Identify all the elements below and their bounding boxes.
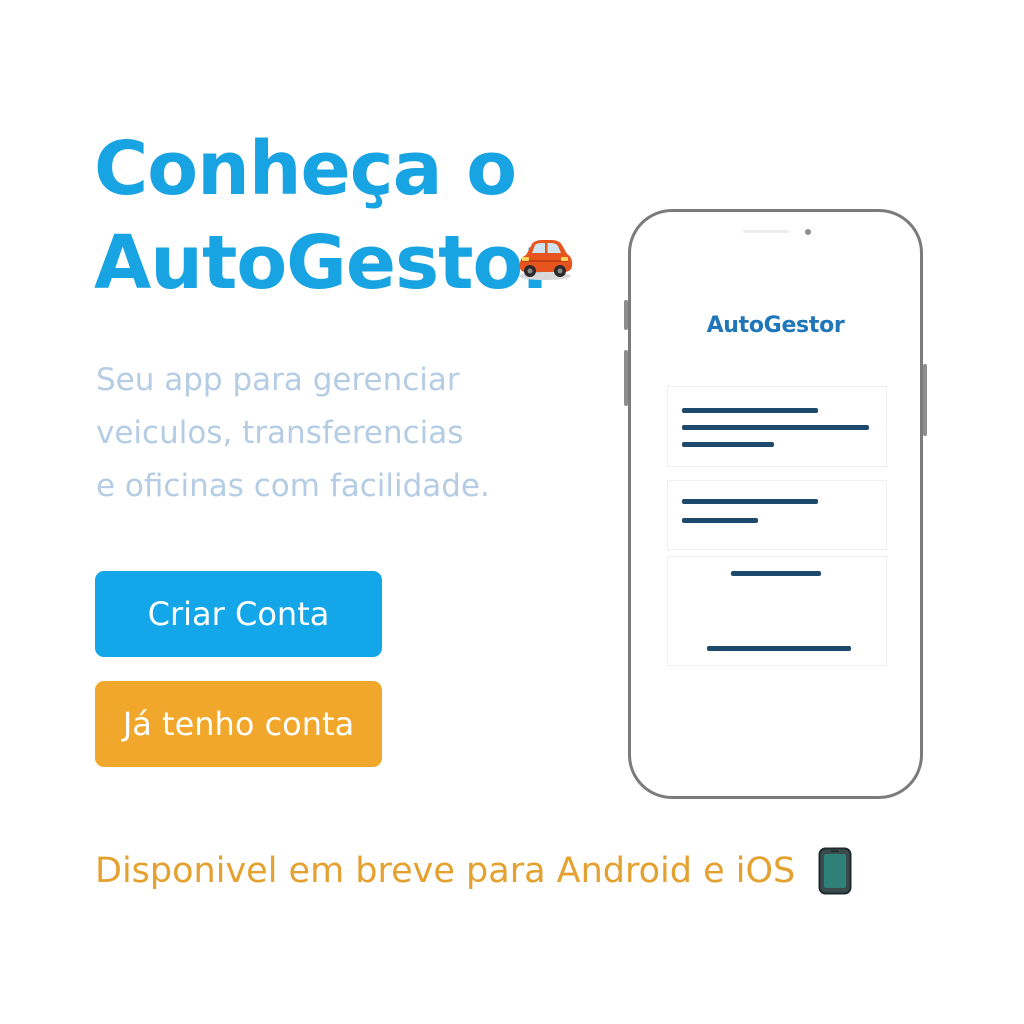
subtitle-line-1: Seu app para gerenciar — [96, 362, 460, 398]
phone-camera — [805, 229, 811, 235]
availability-text: Disponivel em breve para Android e iOS — [95, 851, 796, 891]
mobile-phone-icon — [818, 847, 852, 895]
headline: Conheça o AutoGestor — [94, 122, 559, 310]
mockup-text-line — [707, 646, 851, 651]
headline-line-1: Conheça o — [94, 126, 517, 212]
mockup-text-line — [682, 442, 774, 447]
mockup-text-line — [731, 571, 821, 576]
phone-side-button-left-1 — [624, 300, 628, 330]
mockup-app-title: AutoGestor — [706, 313, 845, 338]
create-account-button[interactable]: Criar Conta — [95, 571, 382, 657]
mockup-card-3 — [667, 556, 887, 666]
phone-speaker — [743, 230, 789, 233]
mockup-card-2 — [667, 480, 887, 550]
headline-line-2: AutoGestor — [94, 220, 559, 306]
phone-side-button-left-2 — [624, 350, 628, 406]
mockup-text-line — [682, 408, 818, 413]
login-button[interactable]: Já tenho conta — [95, 681, 382, 767]
subtitle-line-3: e oficinas com facilidade. — [96, 468, 490, 504]
phone-mockup: AutoGestor — [624, 209, 927, 799]
mockup-text-line — [682, 499, 818, 504]
mockup-text-line — [682, 518, 758, 523]
subtitle-line-2: veiculos, transferencias — [96, 415, 464, 451]
mockup-card-1 — [667, 386, 887, 467]
car-icon — [519, 240, 573, 280]
subtitle: Seu app para gerenciar veiculos, transfe… — [96, 354, 490, 513]
phone-side-button-right — [923, 364, 927, 436]
mockup-text-line — [682, 425, 869, 430]
